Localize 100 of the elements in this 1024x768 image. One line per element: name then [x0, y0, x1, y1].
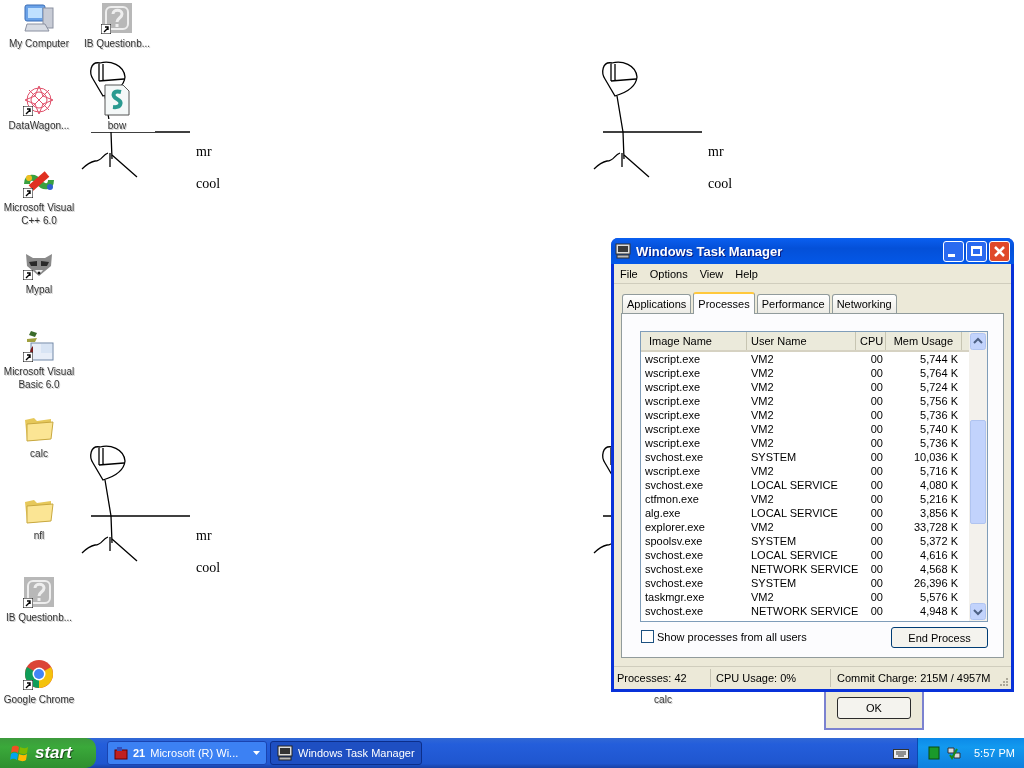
table-cell-text: 00	[869, 478, 884, 492]
column-header[interactable]: Image Name	[641, 332, 747, 350]
window-title: Windows Task Manager	[636, 243, 784, 259]
table-cell-text: 5,576 K	[919, 590, 959, 604]
column-header[interactable]: Mem Usage	[886, 332, 962, 350]
maximize-button[interactable]	[966, 240, 987, 262]
table-cell-text: 26,396 K	[912, 576, 959, 590]
tab[interactable]: Processes	[693, 292, 755, 314]
table-cell-text: 00	[869, 506, 884, 520]
scrollbar[interactable]	[969, 332, 987, 621]
taskbar-button[interactable]: Windows Task Manager	[270, 741, 422, 765]
table-cell-text: taskmgr.exe	[644, 590, 706, 604]
wallpaper-text: cool	[196, 560, 221, 576]
table-cell-text: 5,736 K	[919, 408, 959, 422]
checkbox-label[interactable]: Show processes from all users	[657, 630, 807, 643]
table-cell-text: 5,740 K	[919, 422, 959, 436]
table-cell-text: 00	[869, 464, 884, 478]
menu-item[interactable]: Help	[729, 267, 764, 280]
table-cell-text: svchost.exe	[644, 548, 705, 562]
table-cell-text: LOCAL SERVICE	[750, 506, 839, 520]
table-cell-text: 00	[869, 352, 884, 366]
table-cell-text: SYSTEM	[750, 450, 798, 464]
table-cell-text: wscript.exe	[644, 464, 702, 478]
icon-label[interactable]: Google Chrome	[1, 693, 77, 706]
table-cell-text: 00	[869, 492, 884, 506]
status-bar-field: Processes: 42	[614, 669, 711, 687]
resize-grip-icon[interactable]	[999, 677, 1009, 687]
flower-icon[interactable]	[23, 84, 55, 116]
table-cell-text: VM2	[750, 464, 775, 478]
question-mark-icon[interactable]	[23, 576, 55, 608]
icon-label[interactable]: Microsoft Visual Basic 6.0	[1, 365, 77, 391]
scroll-up-button[interactable]	[970, 333, 986, 350]
table-cell-text: VM2	[750, 366, 775, 380]
icon-label[interactable]: Microsoft Visual C++ 6.0	[1, 201, 77, 227]
scroll-down-button[interactable]	[970, 603, 986, 620]
wallpaper-text: cool	[196, 176, 221, 192]
tab[interactable]: Applications	[622, 294, 692, 313]
column-header[interactable]: User Name	[747, 332, 856, 350]
table-cell-text: 5,744 K	[919, 352, 959, 366]
computer-icon[interactable]	[23, 2, 55, 34]
status-bar-field: Commit Charge: 215M / 4957M	[831, 669, 999, 687]
table-cell-text: 4,568 K	[919, 562, 959, 576]
keyboard-icon[interactable]	[893, 747, 909, 759]
table-cell-text: 00	[869, 450, 884, 464]
table-cell-text: 5,372 K	[919, 534, 959, 548]
table-cell-text: explorer.exe	[644, 520, 706, 534]
question-mark-icon[interactable]	[101, 2, 133, 34]
caret-icon	[253, 751, 260, 755]
table-cell-text: 5,756 K	[919, 394, 959, 408]
table-cell-text: 00	[869, 408, 884, 422]
network-icon[interactable]	[946, 745, 962, 761]
menu-item[interactable]: File	[614, 267, 644, 280]
table-cell-text: wscript.exe	[644, 422, 702, 436]
table-cell-text: wscript.exe	[644, 366, 702, 380]
table-cell-text: svchost.exe	[644, 562, 705, 576]
monitor-icon	[277, 745, 293, 761]
wallpaper-text: mr	[708, 144, 724, 160]
table-cell-text: 4,948 K	[919, 604, 959, 618]
table-cell-text: LOCAL SERVICE	[750, 478, 839, 492]
close-icon	[994, 245, 1005, 257]
table-cell-text: VM2	[750, 380, 775, 394]
table-cell-text: 3,856 K	[919, 506, 959, 520]
tab[interactable]: Networking	[831, 294, 897, 313]
table-cell-text: 00	[869, 548, 884, 562]
script-file-icon[interactable]	[101, 84, 133, 116]
table-cell-text: wscript.exe	[644, 352, 702, 366]
table-cell-text: 10,036 K	[912, 450, 959, 464]
table-cell-text: SYSTEM	[750, 534, 798, 548]
chrome-logo-icon[interactable]	[23, 658, 55, 690]
table-cell-text: 00	[869, 604, 884, 618]
table-cell-text: VM2	[750, 590, 775, 604]
taskbar-button[interactable]: 21 Microsoft (R) Wi...	[107, 741, 267, 765]
table-cell-text: svchost.exe	[644, 576, 705, 590]
column-header[interactable]: CPU	[856, 332, 886, 350]
ok-button[interactable]: OK	[837, 697, 911, 719]
table-cell-text: 5,764 K	[919, 366, 959, 380]
table-cell-text: 00	[869, 394, 884, 408]
tab[interactable]: Performance	[756, 294, 830, 313]
scroll-thumb[interactable]	[970, 420, 986, 524]
table-cell-text: svchost.exe	[644, 604, 705, 618]
table-cell-text: VM2	[750, 408, 775, 422]
table-cell-text: 5,216 K	[919, 492, 959, 506]
table-cell-text: 4,080 K	[919, 478, 959, 492]
minimize-button[interactable]	[943, 240, 964, 262]
table-cell-text: VM2	[750, 492, 775, 506]
menu-item[interactable]: View	[693, 267, 730, 280]
maximize-icon	[971, 245, 982, 256]
table-cell-text: 33,728 K	[912, 520, 959, 534]
menu-item[interactable]: Options	[643, 267, 694, 280]
close-button[interactable]	[989, 240, 1010, 262]
minimize-icon	[948, 253, 955, 257]
table-cell-text: 5,716 K	[919, 464, 959, 478]
end-process-button[interactable]: End Process	[891, 627, 988, 648]
checkbox[interactable]	[641, 630, 654, 643]
table-cell-text: ctfmon.exe	[644, 492, 700, 506]
table-cell-text: VM2	[750, 352, 775, 366]
table-cell-text: 00	[869, 520, 884, 534]
table-cell-text: NETWORK SERVICE	[750, 562, 856, 576]
table-cell-text: 00	[869, 576, 884, 590]
table-cell-text: 00	[869, 562, 884, 576]
